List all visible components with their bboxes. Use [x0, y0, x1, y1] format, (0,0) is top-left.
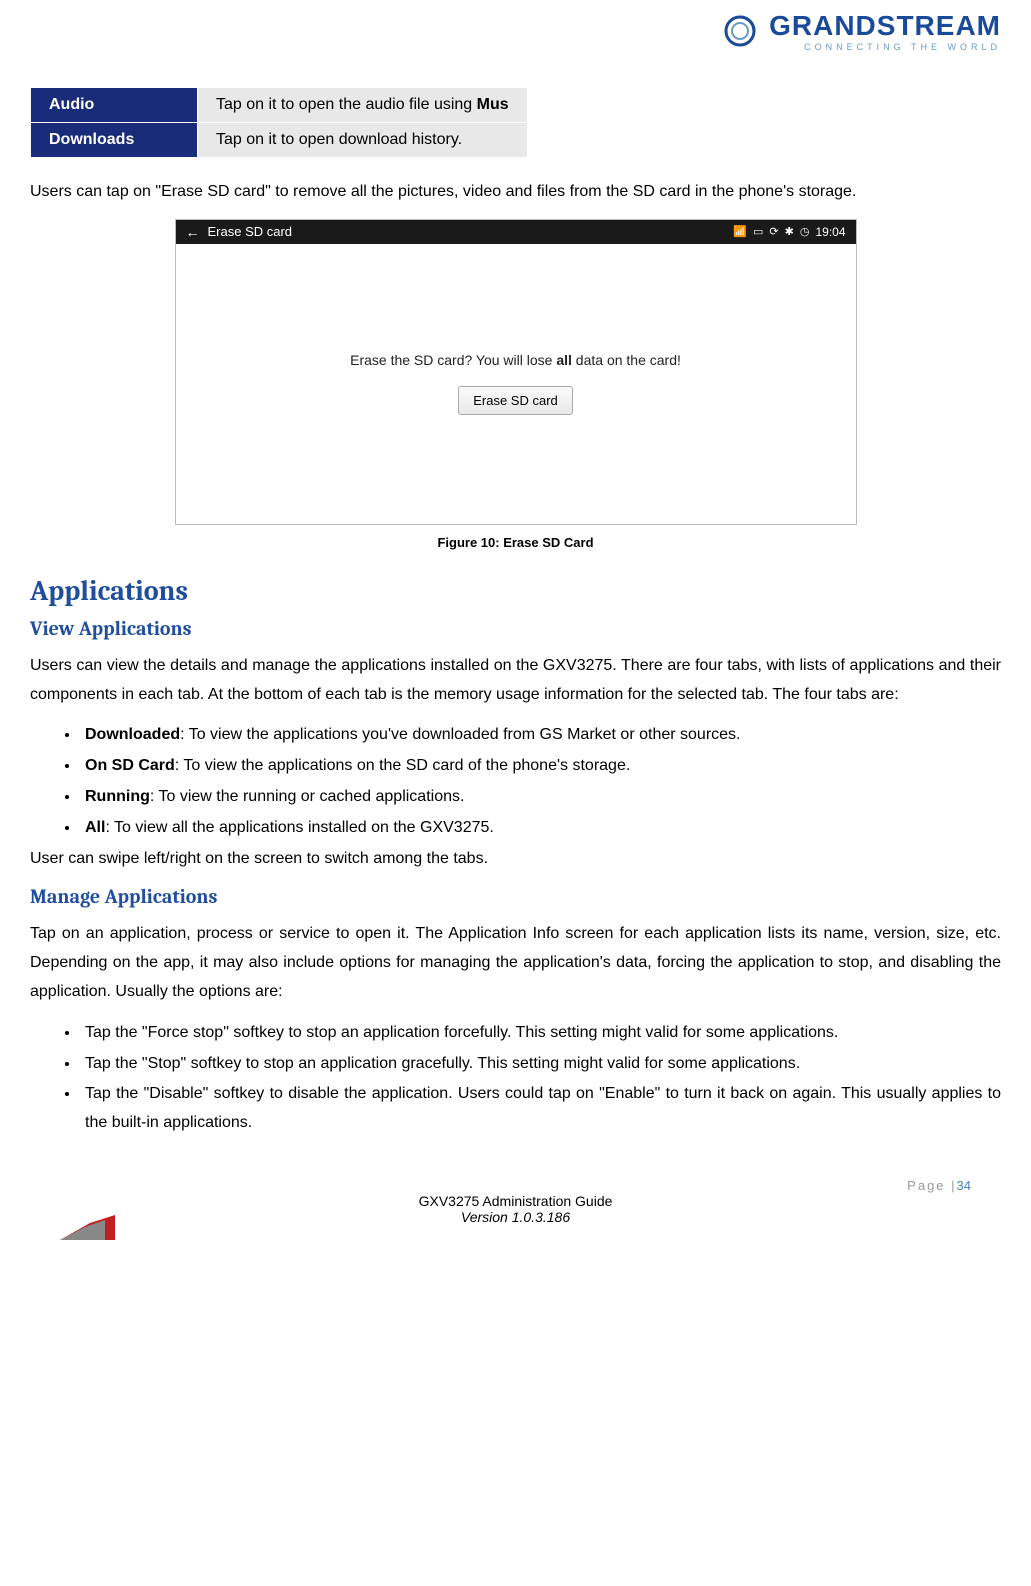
figure-caption: Figure 10: Erase SD Card	[30, 535, 1001, 550]
tabs-list: Downloaded: To view the applications you…	[30, 721, 1001, 842]
grandstream-logo-icon	[720, 11, 760, 51]
back-arrow-icon[interactable]: ←	[186, 224, 200, 240]
logo-tagline-text: CONNECTING THE WORLD	[769, 42, 1001, 52]
android-status-bar: ← Erase SD card 📶 ▭ ⟳ ✱ ◷ 19:04	[176, 220, 856, 244]
erase-sd-card-button[interactable]: Erase SD card	[458, 386, 573, 415]
table-desc-audio: Tap on it to open the audio file using M…	[198, 88, 528, 123]
footer-version: Version 1.0.3.186	[30, 1209, 1001, 1225]
header-logo: GRANDSTREAM CONNECTING THE WORLD	[0, 0, 1031, 57]
table-label-audio: Audio	[31, 88, 198, 123]
logo-brand-text: GRANDSTREAM	[769, 10, 1001, 42]
heading-view-applications: View Applications	[30, 617, 1001, 640]
list-item: Tap the "Disable" softkey to disable the…	[80, 1080, 1001, 1138]
list-item: Running: To view the running or cached a…	[80, 783, 1001, 812]
table-label-downloads: Downloads	[31, 123, 198, 158]
clock-icon: ◷	[800, 225, 810, 238]
manage-options-list: Tap the "Force stop" softkey to stop an …	[30, 1019, 1001, 1138]
list-item: On SD Card: To view the applications on …	[80, 752, 1001, 781]
status-time: 19:04	[815, 225, 845, 239]
list-item: Tap the "Force stop" softkey to stop an …	[80, 1019, 1001, 1048]
footer-flag-icon	[60, 1205, 115, 1240]
table-row: Audio Tap on it to open the audio file u…	[31, 88, 528, 123]
swipe-paragraph: User can swipe left/right on the screen …	[30, 845, 1001, 874]
app-icon: ▭	[753, 225, 763, 238]
embedded-screenshot: ← Erase SD card 📶 ▭ ⟳ ✱ ◷ 19:04 Erase th…	[175, 219, 857, 525]
page-number: Page |34	[30, 1178, 1001, 1193]
footer-guide-title: GXV3275 Administration Guide	[30, 1193, 1001, 1209]
dialog-message: Erase the SD card? You will lose all dat…	[350, 352, 681, 368]
table-desc-downloads: Tap on it to open download history.	[198, 123, 528, 158]
list-item: All: To view all the applications instal…	[80, 814, 1001, 843]
feature-table: Audio Tap on it to open the audio file u…	[30, 87, 528, 158]
signal-icon: 📶	[733, 225, 747, 238]
list-item: Downloaded: To view the applications you…	[80, 721, 1001, 750]
heading-applications: Applications	[30, 575, 1001, 607]
list-item: Tap the "Stop" softkey to stop an applic…	[80, 1050, 1001, 1079]
view-apps-paragraph: Users can view the details and manage th…	[30, 652, 1001, 710]
heading-manage-applications: Manage Applications	[30, 885, 1001, 908]
page-footer: Page |34 GXV3275 Administration Guide Ve…	[30, 1178, 1001, 1225]
manage-apps-paragraph: Tap on an application, process or servic…	[30, 920, 1001, 1006]
wifi-icon: ⟳	[769, 225, 778, 238]
screenshot-title: Erase SD card	[208, 224, 293, 239]
intro-paragraph: Users can tap on "Erase SD card" to remo…	[30, 178, 1001, 207]
table-row: Downloads Tap on it to open download his…	[31, 123, 528, 158]
bluetooth-icon: ✱	[785, 225, 794, 238]
